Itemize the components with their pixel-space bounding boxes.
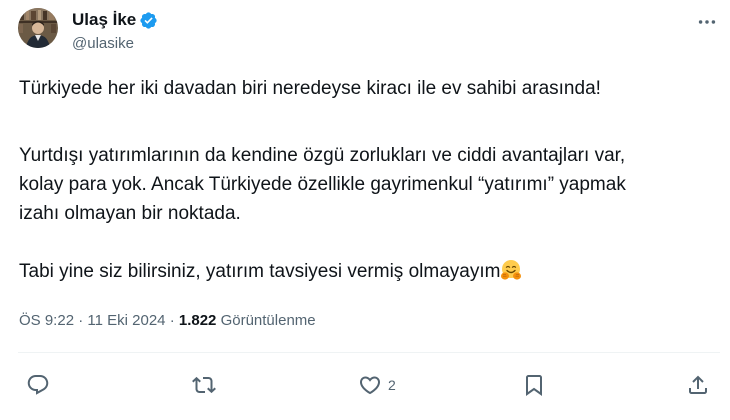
meta-separator: · <box>169 312 175 329</box>
meta-separator: · <box>78 312 84 329</box>
author-handle[interactable]: @ulasike <box>72 34 134 54</box>
tweet-text-line-5-text: Tabi yine siz bilirsiniz, yatırım tavsiy… <box>19 261 501 282</box>
retweet-icon <box>192 376 216 394</box>
tweet-meta: ÖS 9:22 · 11 Eki 2024 · 1.822 Görüntülen… <box>19 311 316 331</box>
more-options-button[interactable] <box>694 12 720 32</box>
tweet-time[interactable]: ÖS 9:22 <box>19 312 74 329</box>
share-icon <box>689 375 707 394</box>
tweet-text-line-3: kolay para yok. Ancak Türkiyede özellikl… <box>19 174 626 195</box>
avatar[interactable] <box>18 8 58 48</box>
reply-icon <box>27 375 49 395</box>
reply-button[interactable] <box>26 372 50 398</box>
hugging-face-emoji-icon <box>500 259 522 281</box>
like-button[interactable]: 2 <box>358 372 396 398</box>
author-name-row[interactable]: Ulaş İke <box>72 9 158 31</box>
author-display-name[interactable]: Ulaş İke <box>72 9 136 31</box>
bookmark-button[interactable] <box>522 372 546 398</box>
bookmark-icon <box>526 375 542 396</box>
tweet-text-line-5: Tabi yine siz bilirsiniz, yatırım tavsiy… <box>19 259 719 285</box>
tweet-text-line-4: izahı olmayan bir noktada. <box>19 203 241 224</box>
verified-badge-icon <box>139 11 158 30</box>
retweet-button[interactable] <box>192 372 216 398</box>
like-count: 2 <box>388 377 396 393</box>
action-bar-divider <box>18 352 720 353</box>
like-icon <box>359 376 381 395</box>
tweet-date[interactable]: 11 Eki 2024 <box>87 312 165 329</box>
more-dots-icon <box>698 20 716 24</box>
views-count: 1.822 <box>178 312 217 329</box>
tweet-text-line-1: Türkiyede her iki davadan biri neredeyse… <box>19 78 601 99</box>
avatar-image <box>18 8 58 48</box>
tweet-text-line-2: Yurtdışı yatırımlarının da kendine özgü … <box>19 145 626 166</box>
share-button[interactable] <box>686 372 710 398</box>
views-label: Görüntülenme <box>220 312 316 329</box>
